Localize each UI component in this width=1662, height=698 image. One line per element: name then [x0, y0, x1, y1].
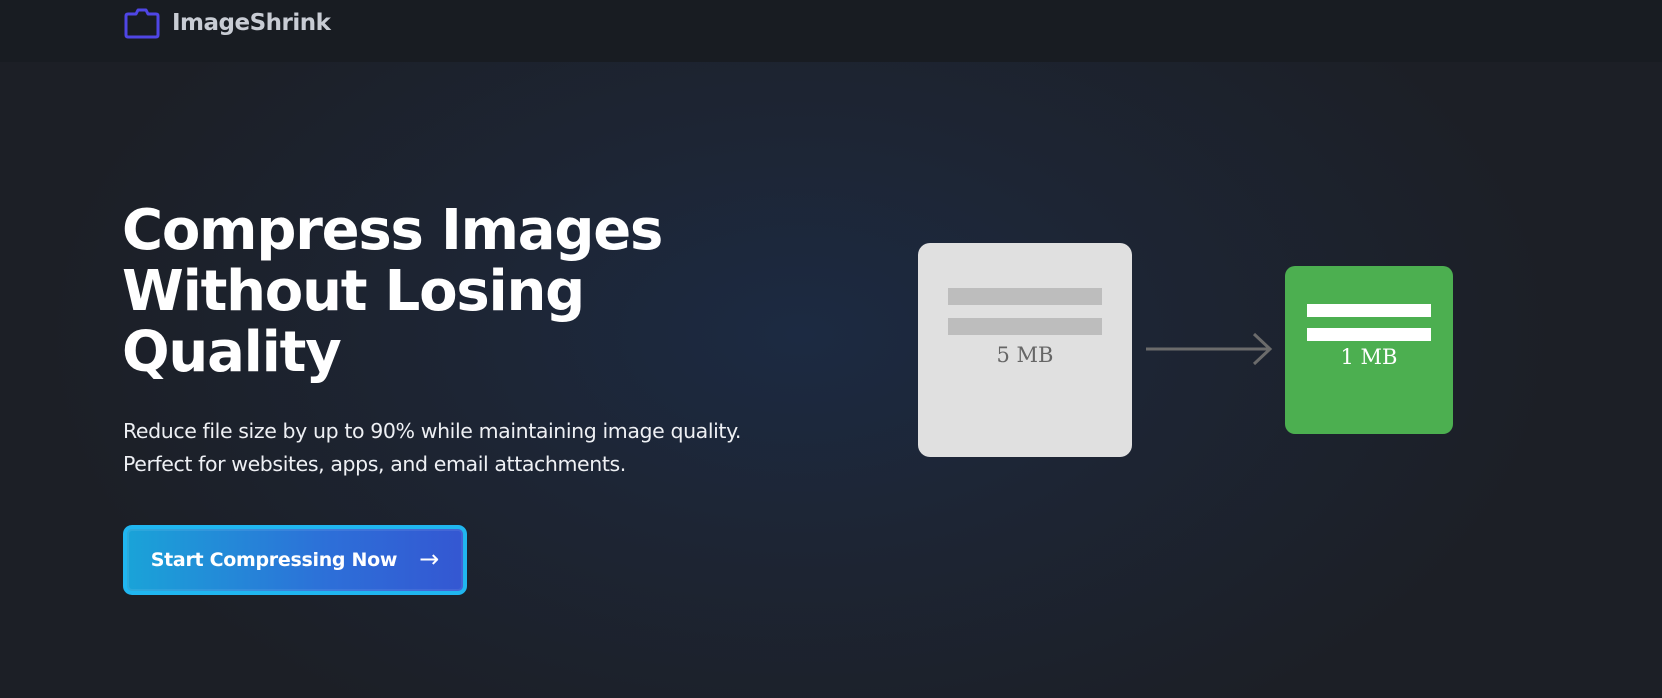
compressed-file-card: 1 MB — [1285, 266, 1453, 434]
file-line — [948, 288, 1102, 305]
arrow-right-icon — [1146, 332, 1273, 366]
cta-label: Start Compressing Now — [150, 549, 398, 571]
page: ImageShrink Compress Images Without Losi… — [0, 0, 1662, 698]
compressed-size-label: 1 MB — [1340, 345, 1398, 369]
start-compressing-button[interactable]: Start Compressing Now → — [123, 525, 467, 595]
hero-title: Compress Images Without Losing Quality — [122, 198, 663, 385]
brand-name: ImageShrink — [172, 10, 331, 36]
file-line — [948, 318, 1102, 335]
original-file-card: 5 MB — [918, 243, 1132, 457]
brand-logo-link[interactable]: ImageShrink — [124, 6, 331, 40]
navbar: ImageShrink — [0, 0, 1662, 62]
camera-icon — [124, 8, 160, 39]
hero-subtitle: Reduce file size by up to 90% while main… — [123, 419, 741, 476]
arrow-right-icon: → — [419, 544, 440, 573]
original-size-label: 5 MB — [996, 343, 1054, 367]
file-line — [1307, 304, 1431, 317]
file-line — [1307, 328, 1431, 341]
